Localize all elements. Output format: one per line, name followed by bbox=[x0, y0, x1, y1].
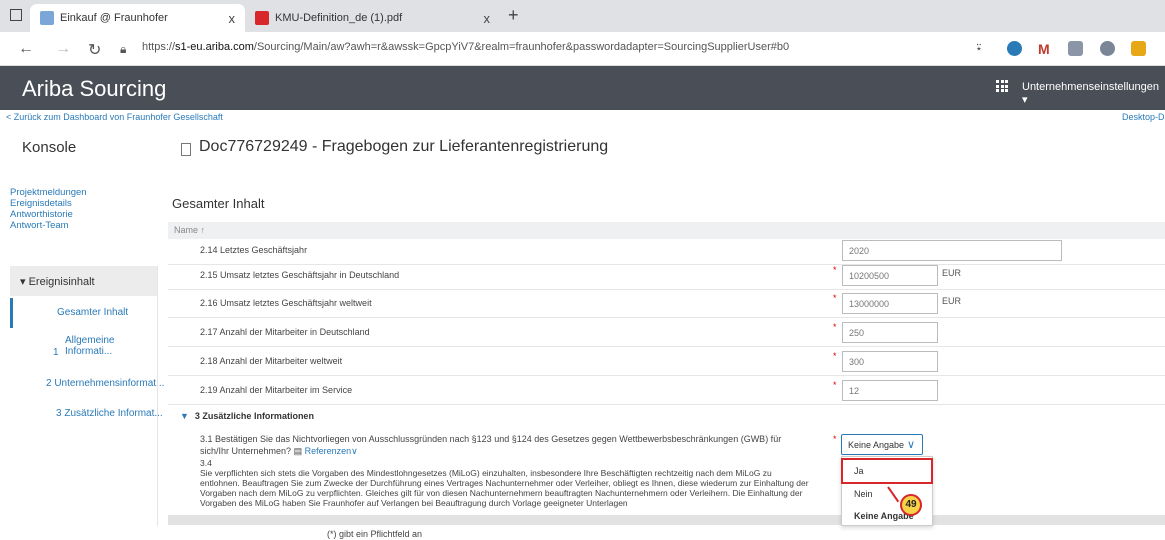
currency-label: EUR bbox=[942, 296, 962, 306]
sidebar-item-allgemeine[interactable]: Allgemeine Informati... bbox=[65, 335, 114, 357]
table-row: 2.19 Anzahl der Mitarbeiter im Service *… bbox=[168, 376, 1165, 405]
sidebar-item-unternehmensinformationen[interactable]: 2 Unternehmensinformat... bbox=[46, 378, 164, 389]
content-heading: Gesamter Inhalt bbox=[172, 196, 265, 211]
question-label: 2.19 Anzahl der Mitarbeiter im Service bbox=[200, 385, 353, 395]
chevron-down-icon[interactable]: ∨ bbox=[351, 446, 358, 456]
forward-arrow-icon[interactable]: → bbox=[55, 40, 71, 58]
table-row: 2.15 Umsatz letztes Geschäftsjahr in Deu… bbox=[168, 261, 1165, 290]
table-row: 2.17 Anzahl der Mitarbeiter in Deutschla… bbox=[168, 318, 1165, 347]
sidebar-item-gesamter-inhalt[interactable]: Gesamter Inhalt bbox=[10, 298, 157, 328]
extension-icon[interactable] bbox=[1131, 41, 1146, 56]
sidebar-section-ereignisinhalt[interactable]: ▾ Ereignisinhalt bbox=[10, 266, 157, 296]
gmail-icon[interactable]: M bbox=[1038, 41, 1053, 57]
currency-label: EUR bbox=[942, 268, 962, 278]
horizontal-scrollbar[interactable] bbox=[168, 515, 1165, 525]
collapse-triangle-icon[interactable]: ▼ bbox=[180, 411, 189, 421]
extension-icon[interactable] bbox=[1068, 41, 1083, 56]
answer-field[interactable]: 250 bbox=[842, 322, 938, 343]
sidebar-link-projektmeldungen[interactable]: Projektmeldungen bbox=[10, 187, 87, 198]
question-label: 2.18 Anzahl der Mitarbeiter weltweit bbox=[200, 356, 343, 366]
browser-tab-einkauf[interactable]: Einkauf @ Fraunhofer x bbox=[30, 4, 245, 32]
question-label: 2.17 Anzahl der Mitarbeiter in Deutschla… bbox=[200, 327, 370, 337]
ariba-header: Ariba Sourcing Unternehmenseinstellungen… bbox=[0, 66, 1165, 110]
fraunhofer-favicon-icon bbox=[40, 11, 54, 25]
question-3-1: 3.1 Bestätigen Sie das Nichtvorliegen vo… bbox=[200, 434, 782, 456]
shield-icon[interactable] bbox=[1100, 41, 1115, 56]
reload-icon[interactable]: ↻ bbox=[88, 40, 101, 60]
dropdown-option-nein[interactable]: Nein bbox=[854, 489, 873, 499]
question-3-4: 3.4 Sie verpflichten sich stets die Vorg… bbox=[200, 458, 809, 508]
extension-icon[interactable] bbox=[1007, 41, 1022, 56]
answer-field[interactable]: 300 bbox=[842, 351, 938, 372]
required-marker: * bbox=[833, 351, 837, 361]
sidebar-item-1-number[interactable]: 1 bbox=[53, 347, 59, 358]
lock-icon[interactable]: 🔒︎ bbox=[120, 42, 126, 57]
back-arrow-icon[interactable]: ← bbox=[18, 40, 34, 58]
reading-mode-icon[interactable]: ⍣ bbox=[975, 40, 983, 56]
new-tab-button[interactable]: + bbox=[508, 5, 519, 26]
browser-tab-bar: Einkauf @ Fraunhofer x KMU-Definition_de… bbox=[0, 0, 1165, 32]
sidebar-divider bbox=[157, 266, 158, 526]
table-row: 2.18 Anzahl der Mitarbeiter weltweit * 3… bbox=[168, 347, 1165, 376]
required-marker: * bbox=[833, 265, 837, 275]
answer-field[interactable]: 13000000 bbox=[842, 293, 938, 314]
question-label: 2.15 Umsatz letztes Geschäftsjahr in Deu… bbox=[200, 270, 400, 280]
required-marker: * bbox=[833, 293, 837, 303]
page-title: Doc776729249 - Fragebogen zur Lieferante… bbox=[199, 138, 609, 155]
required-note: (*) gibt ein Pflichtfeld an bbox=[327, 529, 423, 539]
sidebar-links: Projektmeldungen Ereignisdetails Antwort… bbox=[10, 187, 87, 231]
sidebar-link-ereignisdetails[interactable]: Ereignisdetails bbox=[10, 198, 87, 209]
apps-grid-icon[interactable] bbox=[996, 80, 1008, 92]
answer-field[interactable]: 2020 bbox=[842, 240, 1062, 261]
company-settings-menu[interactable]: Unternehmenseinstellungen ▾ bbox=[1022, 81, 1165, 106]
sidebar-link-antwort-team[interactable]: Antwort-Team bbox=[10, 220, 87, 231]
question-label: 2.16 Umsatz letztes Geschäftsjahr weltwe… bbox=[200, 298, 372, 308]
desktop-link[interactable]: Desktop-Da bbox=[1122, 112, 1165, 122]
question-label: 2.14 Letztes Geschäftsjahr bbox=[200, 245, 308, 255]
required-marker: * bbox=[833, 322, 837, 332]
section-3-header[interactable]: ▼ 3 Zusätzliche Informationen bbox=[180, 411, 314, 421]
tab-label: KMU-Definition_de (1).pdf bbox=[275, 12, 403, 24]
step-marker: 49 bbox=[900, 494, 922, 516]
sidebar-item-zusaetzliche-informationen[interactable]: 3 Zusätzliche Informat... bbox=[56, 408, 163, 419]
browser-tab-pdf[interactable]: KMU-Definition_de (1).pdf x bbox=[245, 4, 500, 32]
required-marker: * bbox=[833, 380, 837, 390]
tab-close-icon[interactable]: x bbox=[229, 11, 236, 26]
highlight-box bbox=[841, 458, 933, 484]
table-row: 2.16 Umsatz letztes Geschäftsjahr weltwe… bbox=[168, 289, 1165, 318]
tab-close-icon[interactable]: x bbox=[484, 11, 491, 26]
pdf-favicon-icon bbox=[255, 11, 269, 25]
url-field[interactable]: https://s1-eu.ariba.com/Sourcing/Main/aw… bbox=[142, 41, 789, 53]
required-marker: * bbox=[833, 434, 837, 444]
answer-field[interactable]: 12 bbox=[842, 380, 938, 401]
answer-dropdown[interactable]: Keine Angabe ∨ bbox=[841, 434, 923, 455]
sidebar-item-label: Gesamter Inhalt bbox=[57, 307, 129, 318]
references-link[interactable]: Referenzen bbox=[305, 446, 352, 456]
console-title: Konsole bbox=[22, 139, 77, 156]
sidebar-link-antworthistorie[interactable]: Antworthistorie bbox=[10, 209, 87, 220]
window-menu-icon[interactable] bbox=[10, 9, 22, 21]
answer-field[interactable]: 10200500 bbox=[842, 265, 938, 286]
references-icon: ▤ bbox=[293, 446, 305, 456]
document-icon bbox=[181, 143, 191, 156]
back-to-dashboard-link[interactable]: < Zurück zum Dashboard von Fraunhofer Ge… bbox=[6, 112, 223, 122]
chevron-down-icon: ∨ bbox=[906, 439, 915, 451]
brand-title: Ariba Sourcing bbox=[22, 76, 167, 101]
browser-address-bar: ← → ↻ 🔒︎ https://s1-eu.ariba.com/Sourcin… bbox=[0, 32, 1165, 66]
tab-label: Einkauf @ Fraunhofer bbox=[60, 12, 168, 24]
